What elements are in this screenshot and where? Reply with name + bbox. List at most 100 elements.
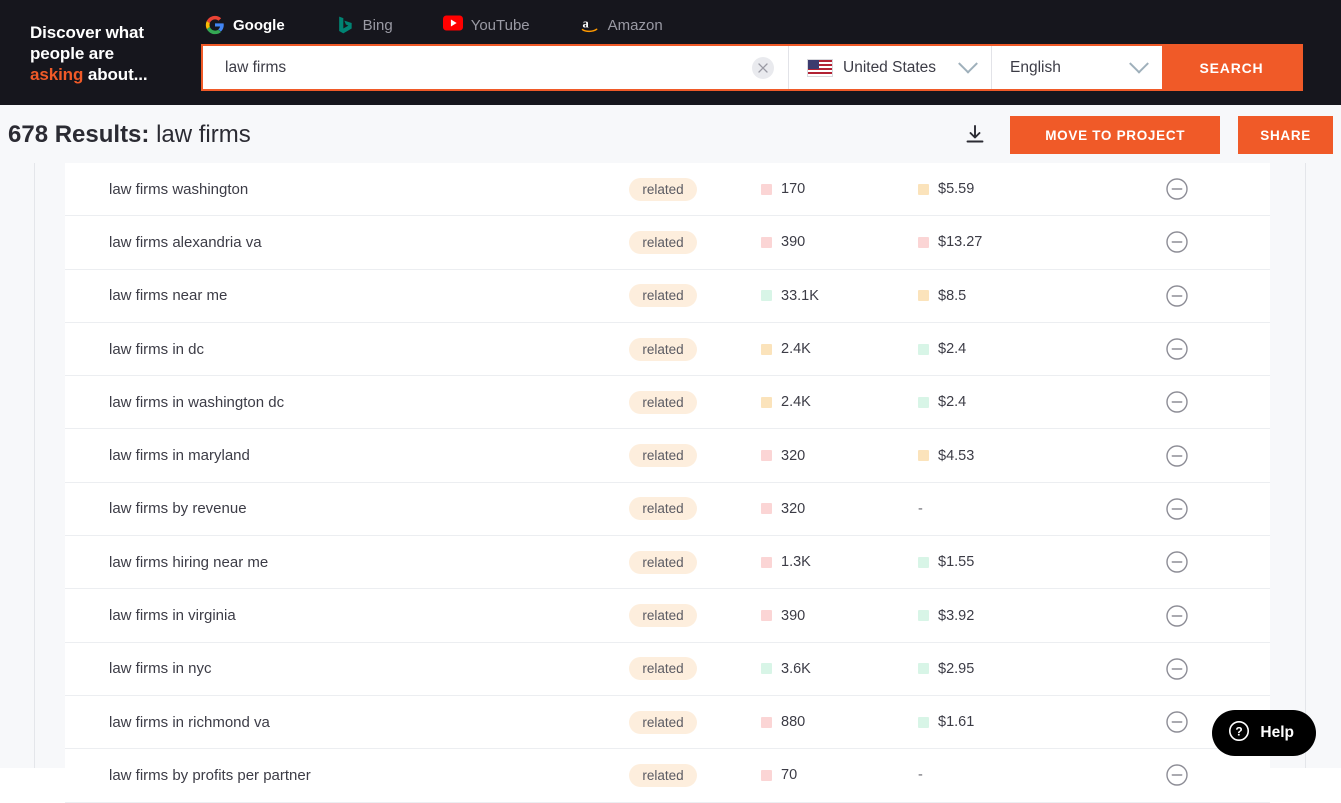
remove-keyword-button[interactable]: [1164, 603, 1190, 629]
table-row[interactable]: law firms near merelated33.1K$8.5: [65, 270, 1270, 323]
volume-cell: 390: [748, 234, 908, 250]
keyword-cell: law firms alexandria va: [65, 234, 578, 251]
remove-keyword-button[interactable]: [1164, 549, 1190, 575]
remove-keyword-button[interactable]: [1164, 389, 1190, 415]
tag-cell: related: [578, 391, 748, 414]
clear-search-button[interactable]: [752, 57, 774, 79]
engine-tab-youtube[interactable]: YouTube: [443, 8, 552, 42]
engine-tab-google[interactable]: Google: [205, 8, 307, 42]
tag-cell: related: [578, 764, 748, 787]
volume-value: 1.3K: [781, 554, 811, 570]
search-input[interactable]: [203, 46, 788, 89]
volume-value: 390: [781, 234, 805, 250]
minus-circle-icon: [1165, 284, 1189, 308]
tag-cell: related: [578, 231, 748, 254]
results-count: 678 Results:: [8, 121, 149, 148]
bing-icon: [335, 15, 355, 35]
keyword-results-table: law firms washingtonrelated170$5.59law f…: [65, 163, 1270, 803]
status-badge: related: [629, 604, 696, 627]
action-cell: [1083, 656, 1270, 682]
help-widget[interactable]: ? Help: [1212, 710, 1316, 756]
status-badge: related: [629, 231, 696, 254]
download-button[interactable]: [958, 118, 992, 152]
remove-keyword-button[interactable]: [1164, 336, 1190, 362]
move-to-project-button[interactable]: MOVE TO PROJECT: [1010, 116, 1220, 154]
brand-line-1: Discover what: [30, 23, 144, 42]
cpc-value: $4.53: [938, 448, 974, 464]
minus-circle-icon: [1165, 390, 1189, 414]
volume-cell: 170: [748, 181, 908, 197]
country-selector[interactable]: United States: [788, 46, 991, 89]
status-badge: related: [629, 551, 696, 574]
cpc-color-swatch: [918, 237, 929, 248]
status-badge: related: [629, 338, 696, 361]
remove-keyword-button[interactable]: [1164, 229, 1190, 255]
volume-cell: 1.3K: [748, 554, 908, 570]
brand-line-2: people are: [30, 44, 114, 63]
table-row[interactable]: law firms by profits per partnerrelated7…: [65, 749, 1270, 802]
engine-tab-amazon[interactable]: a Amazon: [580, 8, 685, 42]
tag-cell: related: [578, 284, 748, 307]
google-icon: [205, 15, 225, 35]
remove-keyword-button[interactable]: [1164, 496, 1190, 522]
volume-color-swatch: [761, 184, 772, 195]
cpc-color-swatch: [918, 663, 929, 674]
table-row[interactable]: law firms in nycrelated3.6K$2.95: [65, 643, 1270, 696]
cpc-color-swatch: [918, 717, 929, 728]
action-cell: [1083, 443, 1270, 469]
table-row[interactable]: law firms in richmond varelated880$1.61: [65, 696, 1270, 749]
volume-color-swatch: [761, 717, 772, 728]
engine-tab-bing[interactable]: Bing: [335, 8, 415, 42]
table-row[interactable]: law firms alexandria va related 390 $13.27: [65, 216, 1270, 269]
volume-color-swatch: [761, 237, 772, 248]
volume-color-swatch: [761, 610, 772, 621]
share-button[interactable]: SHARE: [1238, 116, 1333, 154]
action-cell: [1083, 496, 1270, 522]
search-button[interactable]: SEARCH: [1162, 46, 1301, 89]
remove-keyword-button[interactable]: [1164, 762, 1190, 788]
volume-color-swatch: [761, 290, 772, 301]
cpc-value: $5.59: [938, 181, 974, 197]
action-cell: [1083, 176, 1270, 202]
remove-keyword-button[interactable]: [1164, 283, 1190, 309]
cpc-cell: $2.4: [908, 394, 1083, 410]
brand-line-3: about...: [83, 65, 147, 84]
question-circle-icon: ?: [1228, 720, 1250, 747]
cpc-value: $13.27: [938, 234, 982, 250]
remove-keyword-button[interactable]: [1164, 176, 1190, 202]
table-row[interactable]: law firms in dcrelated2.4K$2.4: [65, 323, 1270, 376]
table-row[interactable]: law firms in marylandrelated320$4.53: [65, 429, 1270, 482]
download-icon: [963, 123, 987, 147]
status-badge: related: [629, 711, 696, 734]
language-selector[interactable]: English: [991, 46, 1162, 89]
cpc-value: $2.95: [938, 661, 974, 677]
keyword-cell: law firms in washington dc: [65, 394, 578, 411]
status-badge: related: [629, 444, 696, 467]
tag-cell: related: [578, 444, 748, 467]
tag-cell: related: [578, 497, 748, 520]
volume-color-swatch: [761, 344, 772, 355]
volume-color-swatch: [761, 397, 772, 408]
volume-cell: 390: [748, 608, 908, 624]
results-actions: MOVE TO PROJECT SHARE: [958, 116, 1333, 154]
cpc-cell: $3.92: [908, 608, 1083, 624]
cpc-color-swatch: [918, 610, 929, 621]
action-cell: [1083, 762, 1270, 788]
remove-keyword-button[interactable]: [1164, 709, 1190, 735]
table-row[interactable]: law firms hiring near merelated1.3K$1.55: [65, 536, 1270, 589]
volume-cell: 3.6K: [748, 661, 908, 677]
cpc-cell: $4.53: [908, 448, 1083, 464]
remove-keyword-button[interactable]: [1164, 443, 1190, 469]
keyword-cell: law firms near me: [65, 287, 578, 304]
table-row[interactable]: law firms in washington dcrelated2.4K$2.…: [65, 376, 1270, 429]
status-badge: related: [629, 764, 696, 787]
brand-highlight: asking: [30, 65, 83, 84]
table-row[interactable]: law firms washingtonrelated170$5.59: [65, 163, 1270, 216]
volume-value: 3.6K: [781, 661, 811, 677]
cpc-cell: -: [908, 501, 1083, 517]
remove-keyword-button[interactable]: [1164, 656, 1190, 682]
table-row[interactable]: law firms in virginiarelated390$3.92: [65, 589, 1270, 642]
table-row[interactable]: law firms by revenuerelated320-: [65, 483, 1270, 536]
minus-circle-icon: [1165, 497, 1189, 521]
top-navigation-bar: Discover what people are asking about...…: [0, 0, 1341, 105]
